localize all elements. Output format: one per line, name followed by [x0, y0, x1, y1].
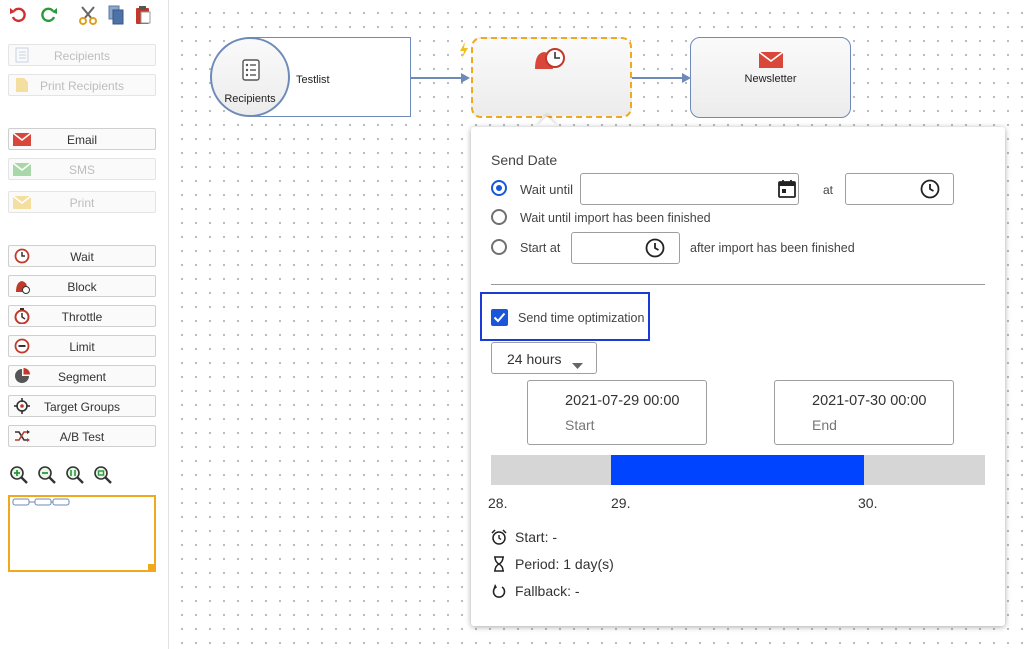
- clock-icon[interactable]: [920, 179, 940, 204]
- recipients-node-title: Recipients: [224, 93, 276, 105]
- sidebar-item-wait[interactable]: Wait: [8, 245, 156, 267]
- zoom-out-icon[interactable]: [37, 465, 57, 485]
- sidebar-item-label: Throttle: [61, 310, 103, 324]
- send-date-popup: Send Date Wait until at Wait until impor…: [471, 127, 1005, 626]
- at-time-field[interactable]: [845, 173, 954, 205]
- scissors-icon[interactable]: [77, 4, 99, 26]
- sidebar-item-limit[interactable]: Limit: [8, 335, 156, 357]
- at-label: at: [823, 183, 834, 197]
- sto-label: Send time optimization: [518, 311, 645, 325]
- hourglass-icon: [491, 556, 507, 572]
- timeline-tick-label: 29.: [611, 495, 631, 511]
- wait-until-label: Wait until: [520, 182, 573, 197]
- alarm-clock-icon: [491, 529, 507, 545]
- lightning-icon: [459, 42, 469, 63]
- sidebar-item-email[interactable]: Email: [8, 128, 156, 150]
- zoom-reset-icon[interactable]: [93, 465, 113, 485]
- sidebar-item-label: Print Recipients: [39, 79, 125, 93]
- zoom-in-icon[interactable]: [9, 465, 29, 485]
- end-date-caption: End: [812, 417, 837, 433]
- minimap[interactable]: [8, 495, 156, 572]
- redo-icon[interactable]: [37, 4, 59, 26]
- start-date-box[interactable]: 2021-07-29 00:00 Start: [527, 380, 707, 445]
- sidebar-item-print[interactable]: Print: [8, 191, 156, 213]
- recipients-icon: [242, 59, 260, 86]
- refresh-icon: [491, 583, 507, 599]
- newsletter-node-title: Newsletter: [744, 73, 797, 85]
- start-date-caption: Start: [565, 417, 595, 433]
- timeline-selected-range[interactable]: [611, 455, 864, 485]
- sidebar-item-label: Wait: [70, 250, 94, 264]
- checkmark-icon: [493, 312, 506, 323]
- sidebar-item-label: SMS: [68, 163, 95, 177]
- block-wait-node[interactable]: [471, 37, 632, 118]
- info-fallback-text: Fallback: -: [515, 583, 580, 599]
- sidebar: Recipients Print Recipients Email SMS Pr…: [0, 0, 169, 649]
- sidebar-item-label: A/B Test: [59, 430, 105, 444]
- info-start-text: Start: -: [515, 529, 558, 545]
- sidebar-item-label: Block: [67, 280, 97, 294]
- recipients-list-label: Testlist: [296, 74, 330, 86]
- edge-wait-newsletter: [632, 77, 682, 79]
- edge-recipients-wait: [411, 77, 461, 79]
- sidebar-item-print-recipients[interactable]: Print Recipients: [8, 74, 156, 96]
- wait-import-label: Wait until import has been finished: [520, 211, 711, 225]
- sidebar-item-segment[interactable]: Segment: [8, 365, 156, 387]
- start-at-radio[interactable]: [491, 239, 507, 255]
- sidebar-item-label: Email: [66, 133, 97, 147]
- send-date-heading: Send Date: [491, 152, 558, 168]
- minimap-preview: [12, 498, 70, 506]
- timeline-tick-label: 28.: [488, 495, 508, 511]
- sidebar-item-target-groups[interactable]: Target Groups: [8, 395, 156, 417]
- timeline-slider[interactable]: [491, 455, 985, 485]
- period-dropdown[interactable]: 24 hours: [491, 342, 597, 374]
- copy-icon[interactable]: [105, 4, 127, 26]
- end-date-box[interactable]: 2021-07-30 00:00 End: [774, 380, 954, 445]
- newsletter-node[interactable]: Newsletter: [690, 37, 851, 118]
- divider: [491, 284, 985, 285]
- end-date-value: 2021-07-30 00:00: [812, 393, 927, 409]
- paste-icon[interactable]: [132, 4, 154, 26]
- info-fallback: Fallback: -: [491, 583, 580, 599]
- zoom-fit-icon[interactable]: [65, 465, 85, 485]
- start-date-value: 2021-07-29 00:00: [565, 393, 680, 409]
- clock-icon[interactable]: [645, 238, 665, 263]
- wait-import-radio[interactable]: [491, 209, 507, 225]
- undo-icon[interactable]: [8, 4, 30, 26]
- after-import-label: after import has been finished: [690, 241, 855, 255]
- sto-checkbox[interactable]: [491, 309, 508, 326]
- calendar-icon[interactable]: [778, 180, 796, 203]
- envelope-icon: [758, 51, 784, 73]
- sidebar-item-label: Limit: [69, 340, 95, 354]
- info-period: Period: 1 day(s): [491, 556, 614, 572]
- period-dropdown-value: 24 hours: [507, 351, 562, 367]
- sidebar-item-ab-test[interactable]: A/B Test: [8, 425, 156, 447]
- sidebar-item-recipients[interactable]: Recipients: [8, 44, 156, 66]
- timeline-tick-label: 30.: [858, 495, 878, 511]
- block-wait-icon: [533, 47, 567, 76]
- sidebar-item-label: Target Groups: [43, 400, 121, 414]
- minimap-resize-handle[interactable]: [148, 564, 156, 572]
- wait-until-radio[interactable]: [491, 180, 507, 196]
- sidebar-item-label: Segment: [57, 370, 107, 384]
- recipients-node-icon-circle[interactable]: Recipients: [210, 37, 290, 117]
- sidebar-item-throttle[interactable]: Throttle: [8, 305, 156, 327]
- info-period-text: Period: 1 day(s): [515, 556, 614, 572]
- sidebar-item-label: Print: [69, 196, 95, 210]
- sidebar-item-label: Recipients: [53, 49, 111, 63]
- wait-until-date-field[interactable]: [580, 173, 799, 205]
- info-start: Start: -: [491, 529, 557, 545]
- edge-arrow: [461, 73, 470, 83]
- start-at-field[interactable]: [571, 232, 680, 264]
- sidebar-item-sms[interactable]: SMS: [8, 158, 156, 180]
- caret-down-icon: [572, 356, 583, 374]
- sidebar-item-block[interactable]: Block: [8, 275, 156, 297]
- start-at-label: Start at: [520, 241, 561, 255]
